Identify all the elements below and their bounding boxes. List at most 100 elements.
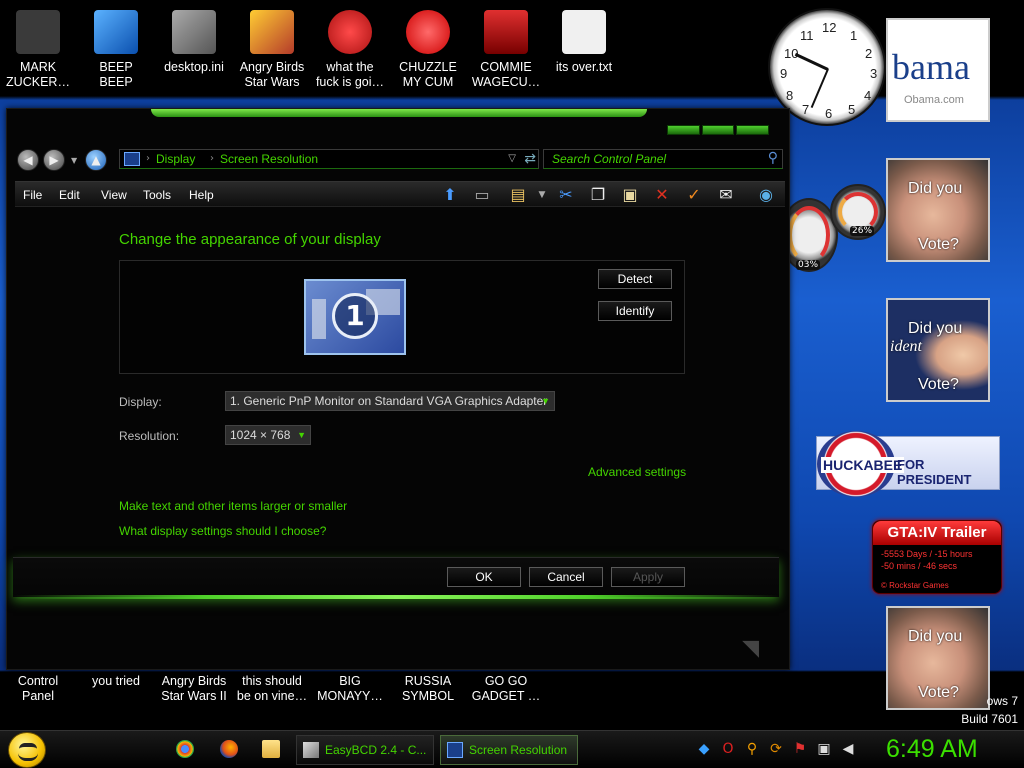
memory-meter-value: 26% [850,226,875,236]
file-explorer-icon[interactable] [262,740,280,758]
cut-icon[interactable]: ✂ [555,184,577,206]
display-tray-icon[interactable]: ▣ [816,741,832,757]
vote-gadget-1[interactable]: Did you Vote? [886,158,990,262]
desktop-icon-angry-birds-star-wars[interactable]: Angry Birds Star Wars [234,10,310,90]
memory-meter-gadget[interactable]: 26% [830,184,886,240]
desktop-icon-label: desktop.ini [164,60,224,74]
gta-line: -50 mins / -46 secs [881,561,958,571]
forward-button[interactable]: ▶ [43,149,65,171]
display-settings-help-link[interactable]: What display settings should I choose? [119,524,326,538]
desktop-icon-label: MARK ZUCKER… [6,60,70,89]
folder-options-dropdown-icon[interactable]: ▼ [531,184,553,206]
recent-pages-dropdown[interactable]: ▼ [71,156,77,165]
desktop-icon-label: CHUZZLE MY CUM [399,60,457,89]
action-center-flag-icon[interactable]: ⚑ [792,741,808,757]
refresh-icon[interactable]: ⇄ [524,151,536,167]
opera-icon[interactable]: O [720,741,736,757]
volume-icon[interactable]: ◀ [840,741,856,757]
resolution-select[interactable]: 1024 × 768 ▼ [225,425,311,445]
desktop-icon-its-over-txt[interactable]: its over.txt [546,10,622,75]
display-select-value: 1. Generic PnP Monitor on Standard VGA G… [230,394,548,408]
system-clock[interactable]: 6:49 AM [886,735,978,764]
close-button[interactable] [736,125,770,135]
window-controls [667,125,770,135]
vote-gadget-text-bottom: Vote? [918,236,959,253]
menu-tools[interactable]: Tools [143,188,171,202]
taskbar-item-easybcd[interactable]: EasyBCD 2.4 - C... [296,735,434,765]
chuzzle-icon [406,10,450,54]
obama-logo: bama [892,47,970,87]
search-tray-icon[interactable]: ⚲ [744,741,760,757]
desktop-icon-what-the[interactable]: what the fuck is goi… [312,10,388,90]
clock-number: 11 [800,28,814,43]
obama-gadget[interactable]: bama Obama.com [886,18,990,122]
vote-gadget-3[interactable]: Did you Vote? [886,606,990,710]
maximize-button[interactable] [701,125,735,135]
checkmark-icon[interactable]: ✓ [683,184,705,206]
desktop-icon-label: Angry Birds Star Wars [239,60,305,89]
desktop-icon-commie[interactable]: COMMIE WAGECU… [468,10,544,90]
advanced-settings-link[interactable]: Advanced settings [588,465,686,479]
screen-resolution-window: ◀ ▶ ▼ ▲ › Display › Screen Resolution ▽ … [6,108,790,670]
minimize-button[interactable] [667,125,700,135]
search-box[interactable]: Search Control Panel ⚲ [543,149,783,169]
taskbar: EasyBCD 2.4 - C... Screen Resolution ◆ O… [0,730,1024,768]
firefox-icon[interactable] [220,740,238,758]
delete-icon[interactable]: ✕ [651,184,673,206]
copy-icon[interactable]: ❐ [587,184,609,206]
sync-icon[interactable]: ⟳ [768,741,784,757]
globe-icon[interactable]: ◉ [755,184,777,206]
search-icon[interactable]: ⚲ [768,150,778,166]
up-folder-icon[interactable]: ⬆ [439,184,461,206]
desktop-icon-label: this should be on vine… [236,674,308,703]
arrow-right-icon: ▶ [49,153,59,167]
display-select[interactable]: 1. Generic PnP Monitor on Standard VGA G… [225,391,555,411]
gta-countdown-gadget[interactable]: GTA:IV Trailer -5553 Days / -15 hours -5… [872,520,1002,594]
desktop-icon-beep-beep[interactable]: BEEP BEEP [78,10,154,90]
chrome-icon[interactable] [176,740,194,758]
desktop-icon-mark-zucker[interactable]: MARK ZUCKER… [0,10,76,90]
identify-button[interactable]: Identify [598,301,672,321]
mail-icon[interactable]: ✉ [715,184,737,206]
huckabee-gadget[interactable]: HUCKABEE FOR PRESIDENT [816,431,1000,497]
cancel-button[interactable]: Cancel [529,567,603,587]
breadcrumb-screen-resolution[interactable]: Screen Resolution [220,152,318,166]
desktop-icon-desktop-ini[interactable]: desktop.ini [156,10,232,75]
breadcrumb-display[interactable]: Display [156,152,195,166]
desktop-icon-label: BIG MONAYY… [317,674,383,703]
monitor-1-icon[interactable]: 1 [304,279,406,355]
taskbar-item-screen-resolution[interactable]: Screen Resolution [440,735,578,765]
start-button[interactable] [8,732,46,768]
address-bar-row: ◀ ▶ ▼ ▲ › Display › Screen Resolution ▽ … [15,147,785,173]
ok-button[interactable]: OK [447,567,521,587]
window-accent [151,109,647,117]
settings-file-icon [172,10,216,54]
desktop-icon-chuzzle[interactable]: CHUZZLE MY CUM [390,10,466,90]
desktop-icon-label: BEEP BEEP [99,60,133,89]
address-dropdown-icon[interactable]: ▽ [508,153,516,164]
cpu-meter-dial [788,206,830,264]
folder-icon [94,10,138,54]
gta-copyright: © Rockstar Games [881,581,949,590]
up-button[interactable]: ▲ [85,149,107,171]
game-icon [250,10,294,54]
network-icon[interactable]: ◆ [696,741,712,757]
detect-button[interactable]: Detect [598,269,672,289]
address-field[interactable]: › Display › Screen Resolution ▽ ⇄ [119,149,539,169]
folder-options-icon[interactable]: ▤ [507,184,529,206]
menu-help[interactable]: Help [189,188,214,202]
paste-icon[interactable]: ▣ [619,184,641,206]
menu-view[interactable]: View [101,188,127,202]
drive-icon[interactable]: ▭ [471,184,493,206]
resize-grip-icon[interactable]: ◥ [742,636,759,661]
resolution-label: Resolution: [119,429,180,443]
back-button[interactable]: ◀ [17,149,39,171]
clock-number: 8 [786,88,794,103]
vote-gadget-text-top: Did you [908,320,963,337]
apply-button[interactable]: Apply [611,567,685,587]
menu-edit[interactable]: Edit [59,188,80,202]
vote-gadget-2[interactable]: Did you ident Vote? [886,298,990,402]
menu-file[interactable]: File [23,188,42,202]
text-size-link[interactable]: Make text and other items larger or smal… [119,499,347,513]
page-title: Change the appearance of your display [119,231,381,248]
